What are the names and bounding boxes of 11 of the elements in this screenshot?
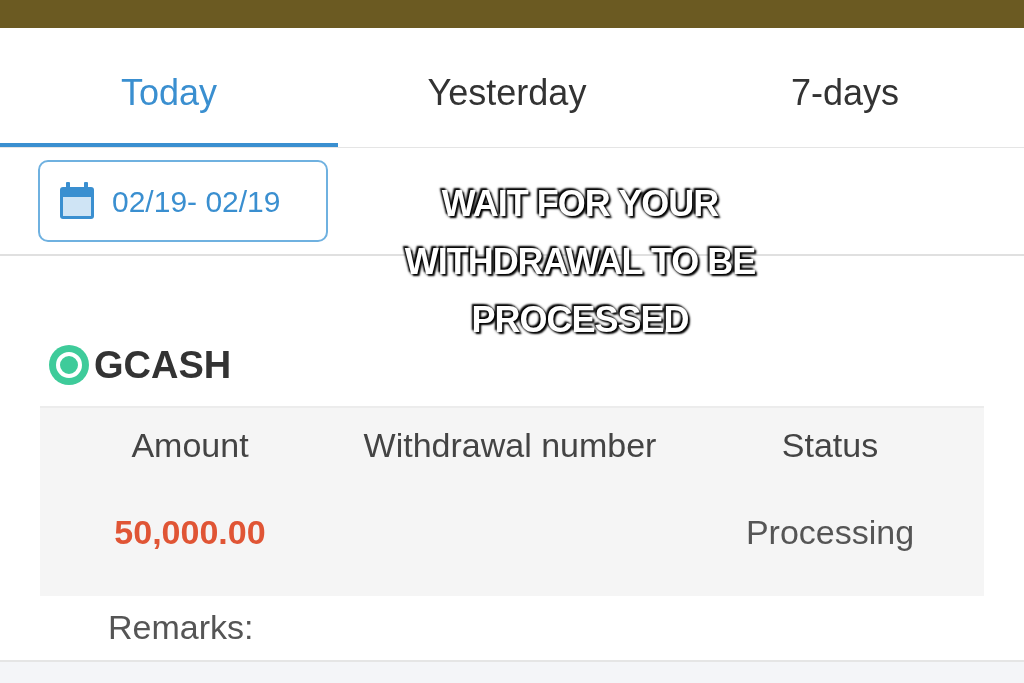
remarks-label: Remarks:	[108, 608, 254, 646]
tab[interactable]: 7-days	[676, 28, 1014, 147]
amount-cell-text: 50,000.00	[114, 511, 266, 553]
caption: WAIT FOR YOUR WITHDRAWAL TO BE PROCESSED	[401, 182, 759, 342]
payment-method: GCASH	[94, 342, 232, 388]
tab[interactable]: Yesterday	[338, 28, 676, 147]
column-header: Status	[781, 424, 879, 466]
status-cell-text: Processing	[745, 511, 915, 553]
column-header: Withdrawal number	[363, 424, 657, 466]
calendar-icon	[58, 181, 96, 221]
column-header: Amount	[131, 424, 249, 466]
